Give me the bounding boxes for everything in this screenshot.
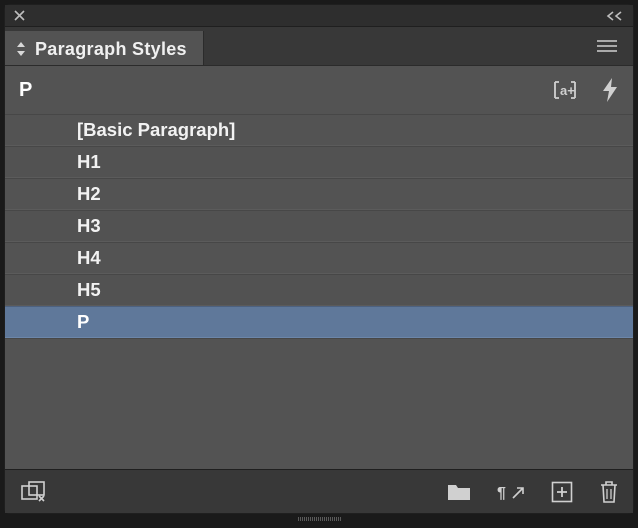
empty-area bbox=[5, 338, 633, 469]
close-icon[interactable] bbox=[13, 9, 26, 22]
style-row[interactable]: H3 bbox=[5, 210, 633, 242]
tab-paragraph-styles[interactable]: Paragraph Styles bbox=[5, 31, 204, 67]
new-style-from-selection-icon[interactable]: a+ bbox=[551, 78, 579, 102]
style-name: H1 bbox=[77, 151, 101, 173]
quick-apply-icon[interactable] bbox=[601, 77, 619, 103]
style-row[interactable]: H2 bbox=[5, 178, 633, 210]
styles-list: [Basic Paragraph] H1 H2 H3 H4 H5 P bbox=[5, 114, 633, 338]
tabbar-right bbox=[593, 27, 627, 65]
style-name: P bbox=[77, 311, 89, 333]
style-name: H4 bbox=[77, 247, 101, 269]
active-style-actions: a+ bbox=[551, 77, 619, 103]
panel-menu-button[interactable] bbox=[593, 32, 621, 60]
clear-overrides-icon[interactable]: ¶ bbox=[497, 482, 525, 502]
style-row[interactable]: P bbox=[5, 306, 633, 338]
style-row[interactable]: H4 bbox=[5, 242, 633, 274]
tabs: Paragraph Styles bbox=[5, 27, 204, 65]
style-name: H5 bbox=[77, 279, 101, 301]
panel-titlebar[interactable] bbox=[5, 5, 633, 27]
cc-libraries-icon[interactable] bbox=[21, 481, 45, 503]
resize-grip[interactable] bbox=[4, 516, 634, 522]
panel-footer: ¶ bbox=[5, 469, 633, 513]
style-row[interactable]: H5 bbox=[5, 274, 633, 306]
active-style-row: P a+ bbox=[5, 66, 633, 114]
sort-icon bbox=[15, 40, 27, 58]
style-row[interactable]: [Basic Paragraph] bbox=[5, 114, 633, 146]
style-name: H2 bbox=[77, 183, 101, 205]
active-style-label: P bbox=[19, 79, 32, 102]
style-group-icon[interactable] bbox=[447, 482, 471, 502]
style-name: [Basic Paragraph] bbox=[77, 119, 235, 141]
delete-icon[interactable] bbox=[599, 480, 619, 504]
collapse-icon[interactable] bbox=[605, 10, 625, 22]
svg-text:¶: ¶ bbox=[497, 485, 506, 502]
svg-text:a+: a+ bbox=[560, 83, 575, 98]
paragraph-styles-panel: Paragraph Styles P a+ bbox=[4, 4, 634, 514]
new-style-icon[interactable] bbox=[551, 481, 573, 503]
tab-title: Paragraph Styles bbox=[35, 39, 187, 60]
panel-tabbar: Paragraph Styles bbox=[5, 27, 633, 65]
panel-body: P a+ [Basic Paragraph] H1 H2 H3 H4 H5 P bbox=[5, 65, 633, 513]
style-name: H3 bbox=[77, 215, 101, 237]
style-row[interactable]: H1 bbox=[5, 146, 633, 178]
